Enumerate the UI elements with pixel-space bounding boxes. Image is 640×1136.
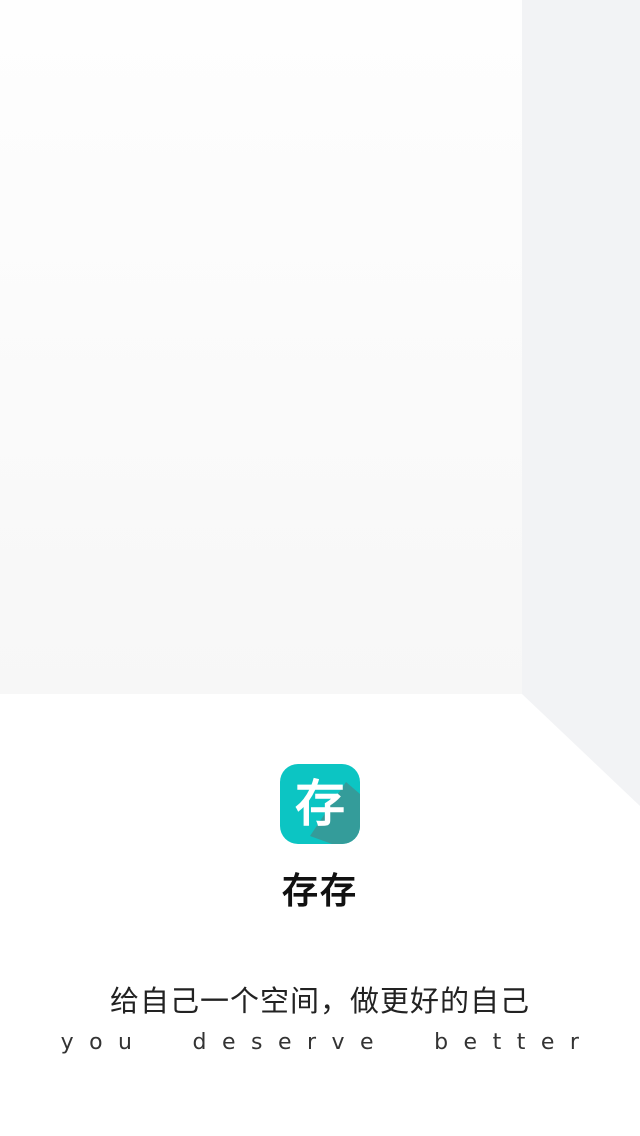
side-wall: [522, 0, 640, 806]
slogan-english: you deserve better: [60, 1030, 595, 1055]
slogan-chinese: 给自己一个空间，做更好的自己: [109, 984, 530, 1018]
room-background: [0, 0, 640, 1136]
app-logo-icon: 存: [280, 764, 360, 844]
app-name: 存存: [281, 871, 358, 912]
logo-glyph: 存: [295, 775, 345, 833]
